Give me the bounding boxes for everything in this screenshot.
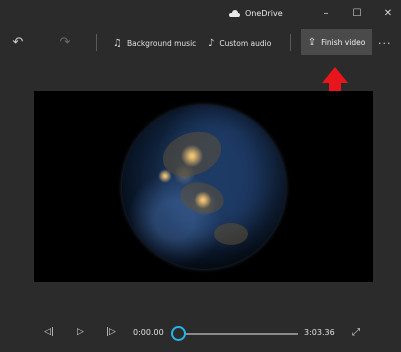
play-icon[interactable]: ▷ xyxy=(77,327,84,337)
video-preview[interactable] xyxy=(34,91,373,282)
toolbar-separator xyxy=(290,34,291,51)
maximize-button[interactable]: ☐ xyxy=(351,8,363,20)
seek-thumb[interactable] xyxy=(171,326,186,341)
continent-shape xyxy=(214,223,248,245)
step-forward-icon[interactable]: |▷ xyxy=(106,327,116,337)
undo-icon[interactable]: ↶ xyxy=(11,36,25,50)
step-back-icon[interactable]: ◁| xyxy=(44,327,54,337)
seek-track[interactable] xyxy=(178,333,298,335)
city-lights xyxy=(192,191,214,209)
finish-video-label: Finish video xyxy=(321,37,366,47)
more-options-button[interactable]: ··· xyxy=(378,37,392,50)
finish-video-button[interactable]: ⇪ Finish video xyxy=(301,29,372,55)
custom-audio-button[interactable]: ♪ Custom audio xyxy=(208,34,271,52)
close-button[interactable]: ✕ xyxy=(382,8,394,20)
city-lights xyxy=(156,169,174,183)
toolbar-separator xyxy=(96,34,97,51)
title-bar: OneDrive – ☐ ✕ xyxy=(0,0,401,28)
redo-icon[interactable]: ↷ xyxy=(58,36,72,50)
onedrive-cloud-icon xyxy=(229,10,240,17)
earth-image xyxy=(122,105,286,269)
custom-audio-label: Custom audio xyxy=(219,38,272,48)
fullscreen-icon[interactable]: ⤢ xyxy=(352,327,360,338)
playback-controls: ◁| ▷ |▷ 0:00.00 3:03.36 ⤢ xyxy=(0,322,401,346)
minimize-button[interactable]: – xyxy=(320,8,332,20)
custom-audio-icon: ♪ xyxy=(208,37,215,49)
music-note-icon: ♫ xyxy=(113,37,122,49)
total-time: 3:03.36 xyxy=(304,328,335,337)
background-music-button[interactable]: ♫ Background music xyxy=(113,34,196,52)
window-title-text: OneDrive xyxy=(245,9,283,18)
share-icon: ⇪ xyxy=(307,36,317,48)
window-title: OneDrive xyxy=(229,9,283,18)
arrow-head xyxy=(322,67,348,83)
current-time: 0:00.00 xyxy=(133,328,164,337)
background-music-label: Background music xyxy=(126,38,197,48)
city-lights xyxy=(177,145,207,167)
